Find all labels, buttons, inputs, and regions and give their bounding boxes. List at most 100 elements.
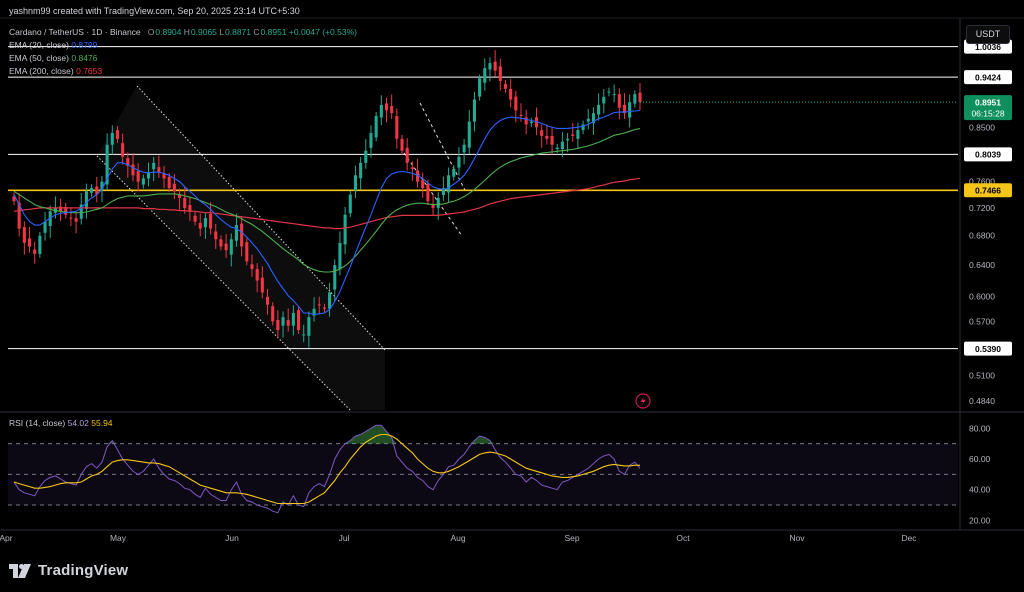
level-badge-label: 0.7466 <box>975 185 1001 195</box>
candle-body <box>307 317 311 336</box>
candle-body <box>286 320 290 326</box>
candle-body <box>369 133 373 148</box>
candle-body <box>638 92 642 103</box>
level-badge-label: 0.9424 <box>975 72 1001 82</box>
current-price-countdown: 06:15:28 <box>971 109 1004 119</box>
candle-body <box>421 180 425 189</box>
candle-body <box>27 238 32 247</box>
candle-body <box>188 205 192 212</box>
open-value: 0.8904 <box>155 27 182 37</box>
rsi-tick-label: 20.00 <box>969 515 991 525</box>
ema200-label: EMA (200, close) <box>9 66 74 76</box>
price-tick-label: 0.6800 <box>969 231 995 241</box>
price-chart[interactable]: 0.85000.76000.72000.68000.64000.60000.57… <box>0 0 1024 592</box>
rsi-tick-label: 80.00 <box>969 423 991 433</box>
candle-body <box>493 61 497 71</box>
rsi-overbought-fill <box>386 431 392 444</box>
lightning-icon[interactable] <box>635 393 651 409</box>
candle-body <box>59 206 63 212</box>
rsi-ma-value: 55.94 <box>91 418 113 428</box>
time-tick-label: Sep <box>564 533 579 543</box>
rsi-tick-label: 40.00 <box>969 485 991 495</box>
candle-body <box>229 239 233 255</box>
candle-body <box>328 292 332 309</box>
candle-body <box>462 144 466 153</box>
candle-body <box>483 68 487 83</box>
candle-body <box>38 235 42 254</box>
candle-body <box>436 197 440 208</box>
candle-body <box>555 147 559 150</box>
rsi-label: RSI (14, close) <box>9 418 66 428</box>
candle-body <box>193 215 197 222</box>
candle-body <box>152 162 156 170</box>
candle-body <box>131 164 135 176</box>
candle-body <box>426 183 430 202</box>
candle-body <box>136 170 140 182</box>
candle-body <box>612 94 616 96</box>
price-tick-label: 0.8500 <box>969 122 995 132</box>
candle-body <box>167 177 171 189</box>
candle-body <box>395 116 399 139</box>
symbol-legend: Cardano / TetherUS · 1D · Binance O0.890… <box>9 27 357 37</box>
candle-body <box>245 242 249 262</box>
rsi-legend[interactable]: RSI (14, close) 54.02 55.94 <box>9 418 113 428</box>
tradingview-logo-icon <box>9 563 31 578</box>
candle-body <box>224 243 228 251</box>
candle-body <box>90 188 94 193</box>
candle-body <box>519 114 523 116</box>
candle-body <box>33 249 37 254</box>
ema200-legend[interactable]: EMA (200, close) 0.7653 <box>9 66 102 76</box>
candle-body <box>255 268 259 281</box>
candle-body <box>452 169 456 177</box>
candle-body <box>302 334 306 336</box>
ema20-legend[interactable]: EMA (20, close) 0.8799 <box>9 40 97 50</box>
candle-body <box>172 183 176 192</box>
channel-shade <box>97 86 385 410</box>
chart-frame: 0.8500 0.7600 0.7200 0.6800 0.6400 0.6000 0.57… <box>0 0 1024 592</box>
candle-body <box>379 104 383 118</box>
candle-body <box>234 225 239 241</box>
candle-body <box>121 143 125 157</box>
candle-body <box>219 239 223 247</box>
time-tick-label: Jun <box>225 533 239 543</box>
rsi-value: 54.02 <box>67 418 89 428</box>
candle-body <box>550 135 554 145</box>
candle-body <box>214 231 218 240</box>
candle-body <box>115 130 120 139</box>
low-label: L <box>219 27 225 37</box>
candle-body <box>374 115 378 138</box>
candle-body <box>348 194 352 214</box>
candle-body <box>410 167 414 170</box>
candle-body <box>209 213 213 229</box>
candle-body <box>457 156 461 168</box>
close-value: 0.8951 <box>260 27 287 37</box>
candle-body <box>276 319 280 331</box>
candle-body <box>343 214 347 245</box>
currency-button[interactable]: USDT <box>966 25 1010 44</box>
tradingview-logo[interactable]: TradingView <box>9 562 128 579</box>
current-price-label: 0.8951 <box>975 97 1001 107</box>
time-tick-label: May <box>110 533 127 543</box>
candle-body <box>617 94 621 108</box>
time-tick-label: Oct <box>676 533 690 543</box>
time-tick-label: Apr <box>0 533 13 543</box>
ema200-value: 0.7653 <box>76 66 103 76</box>
candle-body <box>157 167 161 173</box>
candle-body <box>317 304 321 306</box>
lightning-icon-bolt <box>640 396 646 406</box>
candle-body <box>353 175 357 191</box>
candle-body <box>560 141 564 150</box>
candle-body <box>488 63 492 70</box>
level-badge-label: 0.5390 <box>975 344 1001 354</box>
high-value: 0.9065 <box>190 27 217 37</box>
candle-body <box>338 242 342 270</box>
candle-body <box>633 94 637 104</box>
ema50-legend[interactable]: EMA (50, close) 0.8476 <box>9 53 97 63</box>
candle-body <box>405 147 409 163</box>
candle-body <box>503 83 508 89</box>
level-badge-label: 0.8039 <box>975 150 1001 160</box>
candle-body <box>509 88 513 100</box>
candle-body <box>602 96 606 104</box>
candle-body <box>628 102 632 118</box>
candle-body <box>545 135 549 139</box>
